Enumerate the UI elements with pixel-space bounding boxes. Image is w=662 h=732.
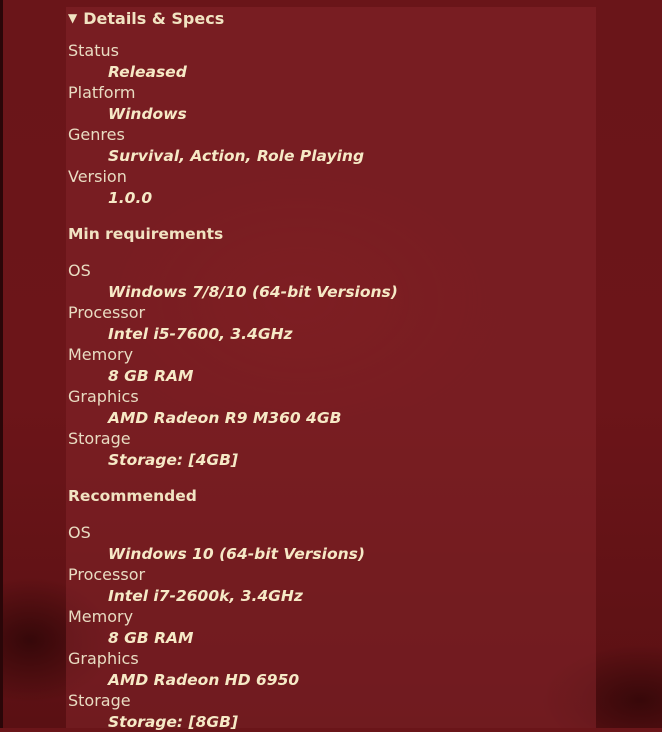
min-os-value: Windows 7/8/10 (64-bit Versions)	[108, 283, 398, 301]
min-requirements-list: OS Windows 7/8/10 (64-bit Versions) Proc…	[68, 261, 588, 470]
rec-storage-label: Storage	[68, 691, 131, 710]
left-edge-strip	[0, 0, 3, 728]
min-memory-label: Memory	[68, 345, 134, 364]
rec-memory-label: Memory	[68, 607, 134, 626]
rec-graphics-value: AMD Radeon HD 6950	[108, 671, 300, 689]
min-os-label: OS	[68, 261, 91, 280]
details-specs-title: Details & Specs	[83, 8, 225, 28]
details-list: Status Released Platform Windows Genres …	[68, 41, 588, 208]
genres-label: Genres	[68, 125, 125, 144]
rec-graphics-label: Graphics	[68, 649, 139, 668]
rec-processor-label: Processor	[68, 565, 146, 584]
min-processor-value: Intel i5-7600, 3.4GHz	[108, 325, 293, 343]
platform-value: Windows	[108, 105, 187, 123]
recommended-list: OS Windows 10 (64-bit Versions) Processo…	[68, 523, 588, 732]
rec-os-label: OS	[68, 523, 91, 542]
platform-label: Platform	[68, 83, 136, 102]
rec-processor-value: Intel i7-2600k, 3.4GHz	[108, 587, 303, 605]
min-requirements-heading: Min requirements	[68, 225, 224, 243]
min-storage-label: Storage	[68, 429, 131, 448]
min-storage-value: Storage: [4GB]	[108, 451, 239, 469]
rec-memory-value: 8 GB RAM	[108, 629, 194, 647]
status-value: Released	[108, 63, 187, 81]
min-processor-label: Processor	[68, 303, 146, 322]
status-label: Status	[68, 41, 119, 60]
triangle-down-icon: ▼	[68, 11, 78, 25]
min-graphics-label: Graphics	[68, 387, 139, 406]
version-value: 1.0.0	[108, 189, 153, 207]
details-specs-toggle[interactable]: ▼ Details & Specs	[68, 6, 588, 30]
rec-os-value: Windows 10 (64-bit Versions)	[108, 545, 365, 563]
version-label: Version	[68, 167, 127, 186]
details-specs-section: ▼ Details & Specs Status Released Platfo…	[68, 6, 588, 732]
recommended-heading: Recommended	[68, 487, 197, 505]
min-graphics-value: AMD Radeon R9 M360 4GB	[108, 409, 342, 427]
genres-value: Survival, Action, Role Playing	[108, 147, 365, 165]
rec-storage-value: Storage: [8GB]	[108, 713, 239, 731]
min-memory-value: 8 GB RAM	[108, 367, 194, 385]
